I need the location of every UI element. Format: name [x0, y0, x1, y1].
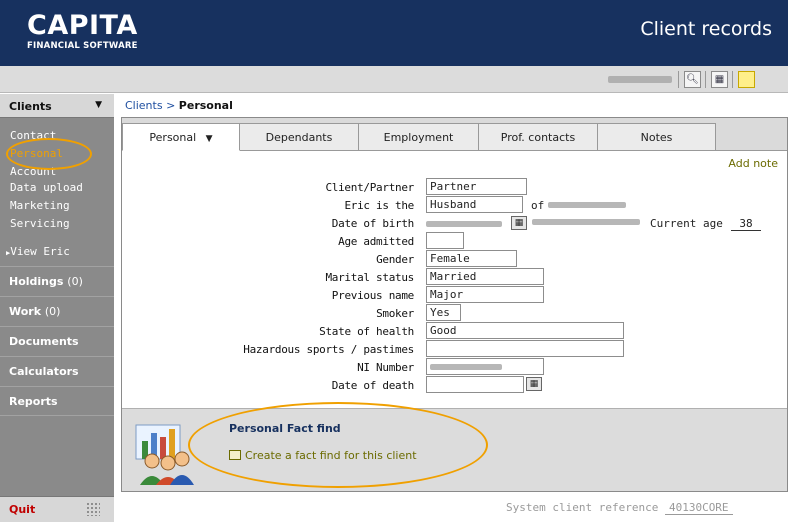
previous-name-label: Previous name	[331, 289, 415, 302]
current-age-value: 38	[731, 217, 761, 231]
breadcrumb-separator: >	[162, 99, 179, 112]
calendar-icon[interactable]: ▦	[526, 377, 542, 391]
search-records-icon[interactable]: 🔍︎	[684, 71, 701, 88]
highlight-ring-personal	[6, 138, 92, 170]
sidebar-item-documents[interactable]: Documents	[0, 326, 114, 356]
sidebar-item-marketing[interactable]: Marketing	[0, 197, 114, 215]
date-of-death-label: Date of death	[331, 379, 415, 392]
client-partner-label: Client/Partner	[325, 181, 414, 194]
breadcrumb-clients-link[interactable]: Clients	[125, 99, 163, 112]
current-age-label: Current age	[650, 217, 723, 230]
age-admitted-input[interactable]	[426, 232, 464, 249]
highlight-ring-fact-find	[188, 402, 488, 488]
tab-personal-label: Personal	[149, 131, 197, 144]
sidebar-item-servicing[interactable]: Servicing	[0, 215, 114, 233]
dob-label: Date of birth	[331, 217, 415, 230]
app-window: { "header": { "brand_name": "CAPITA", "b…	[0, 0, 788, 522]
toolbar-separator	[678, 71, 679, 88]
client-partner-select[interactable]: Partner	[426, 178, 527, 195]
previous-name-input[interactable]: Major	[426, 286, 544, 303]
sidebar-work-count: (0)	[44, 305, 61, 318]
chevron-down-icon: ▼	[95, 100, 102, 110]
toolbar: 🔍︎ ▦	[0, 66, 788, 93]
breadcrumb: Clients > Personal	[125, 99, 233, 112]
tab-personal[interactable]: Personal ▼	[122, 123, 240, 151]
hazardous-sports-input[interactable]	[426, 340, 624, 357]
tab-prof-contacts[interactable]: Prof. contacts	[478, 123, 598, 151]
app-header: CAPITA FINANCIAL SOFTWARE Client records	[0, 0, 788, 66]
sidebar-item-work[interactable]: Work (0)	[0, 296, 114, 326]
sidebar-item-holdings[interactable]: Holdings (0)	[0, 266, 114, 296]
relation-label: Eric is the	[344, 199, 414, 212]
sidebar-item-calculators[interactable]: Calculators	[0, 356, 114, 386]
date-of-death-input[interactable]	[426, 376, 524, 393]
ni-number-input[interactable]	[426, 358, 544, 375]
system-client-reference: System client reference 40130CORE	[506, 501, 733, 515]
chevron-down-icon: ▼	[205, 134, 213, 144]
age-admitted-label: Age admitted	[338, 235, 414, 248]
resize-grip-icon[interactable]	[86, 502, 100, 516]
relation-select[interactable]: Husband	[426, 196, 523, 213]
sidebar-item-reports[interactable]: Reports	[0, 386, 114, 416]
capita-logo: CAPITA FINANCIAL SOFTWARE	[27, 10, 138, 52]
toolbar-separator	[732, 71, 733, 88]
smoker-select[interactable]: Yes	[426, 304, 461, 321]
hazardous-sports-label: Hazardous sports / pastimes	[243, 343, 414, 356]
calendar-icon[interactable]: ▦	[511, 216, 527, 230]
partner-name-redacted	[548, 202, 626, 208]
toolbar-separator	[705, 71, 706, 88]
marital-status-select[interactable]: Married	[426, 268, 544, 285]
gender-select[interactable]: Female	[426, 250, 517, 267]
add-note-link[interactable]: Add note	[728, 157, 778, 170]
sidebar-view-client[interactable]: ▶View Eric	[0, 242, 114, 262]
sidebar-item-data-upload[interactable]: Data upload	[0, 179, 114, 197]
state-of-health-label: State of health	[319, 325, 414, 338]
sidebar-holdings-count: (0)	[67, 275, 83, 288]
smoker-label: Smoker	[376, 307, 414, 320]
breadcrumb-current: Personal	[178, 99, 233, 112]
relation-of-label: of	[531, 199, 545, 212]
dob-field[interactable]	[426, 214, 508, 231]
sidebar-clients-label: Clients	[9, 100, 52, 113]
tab-employment[interactable]: Employment	[358, 123, 479, 151]
tab-notes[interactable]: Notes	[597, 123, 716, 151]
system-ref-label: System client reference	[506, 501, 659, 514]
grid-view-icon[interactable]: ▦	[711, 71, 728, 88]
brand-subtitle: FINANCIAL SOFTWARE	[27, 41, 138, 51]
personal-form-panel: Add note Client/Partner Partner Eric is …	[122, 150, 787, 408]
people-chart-icon	[135, 424, 194, 485]
quit-button[interactable]: Quit	[0, 496, 114, 522]
sidebar-work-label: Work	[9, 305, 42, 318]
tab-dependants[interactable]: Dependants	[239, 123, 359, 151]
sidebar-holdings-label: Holdings	[9, 275, 64, 288]
system-ref-value: 40130CORE	[664, 501, 733, 515]
sticky-note-icon[interactable]	[738, 71, 755, 88]
quit-label: Quit	[9, 503, 36, 516]
brand-name: CAPITA	[27, 10, 138, 41]
dob-detail-redacted	[532, 219, 640, 225]
sidebar-clients-menu[interactable]: Clients ▼	[0, 94, 114, 118]
marital-status-label: Marital status	[325, 271, 414, 284]
sidebar-view-label: View Eric	[10, 245, 70, 258]
gender-label: Gender	[376, 253, 414, 266]
state-of-health-select[interactable]: Good	[426, 322, 624, 339]
ni-number-label: NI Number	[357, 361, 414, 374]
logged-in-user-redacted	[608, 76, 672, 83]
app-title: Client records	[640, 18, 772, 40]
